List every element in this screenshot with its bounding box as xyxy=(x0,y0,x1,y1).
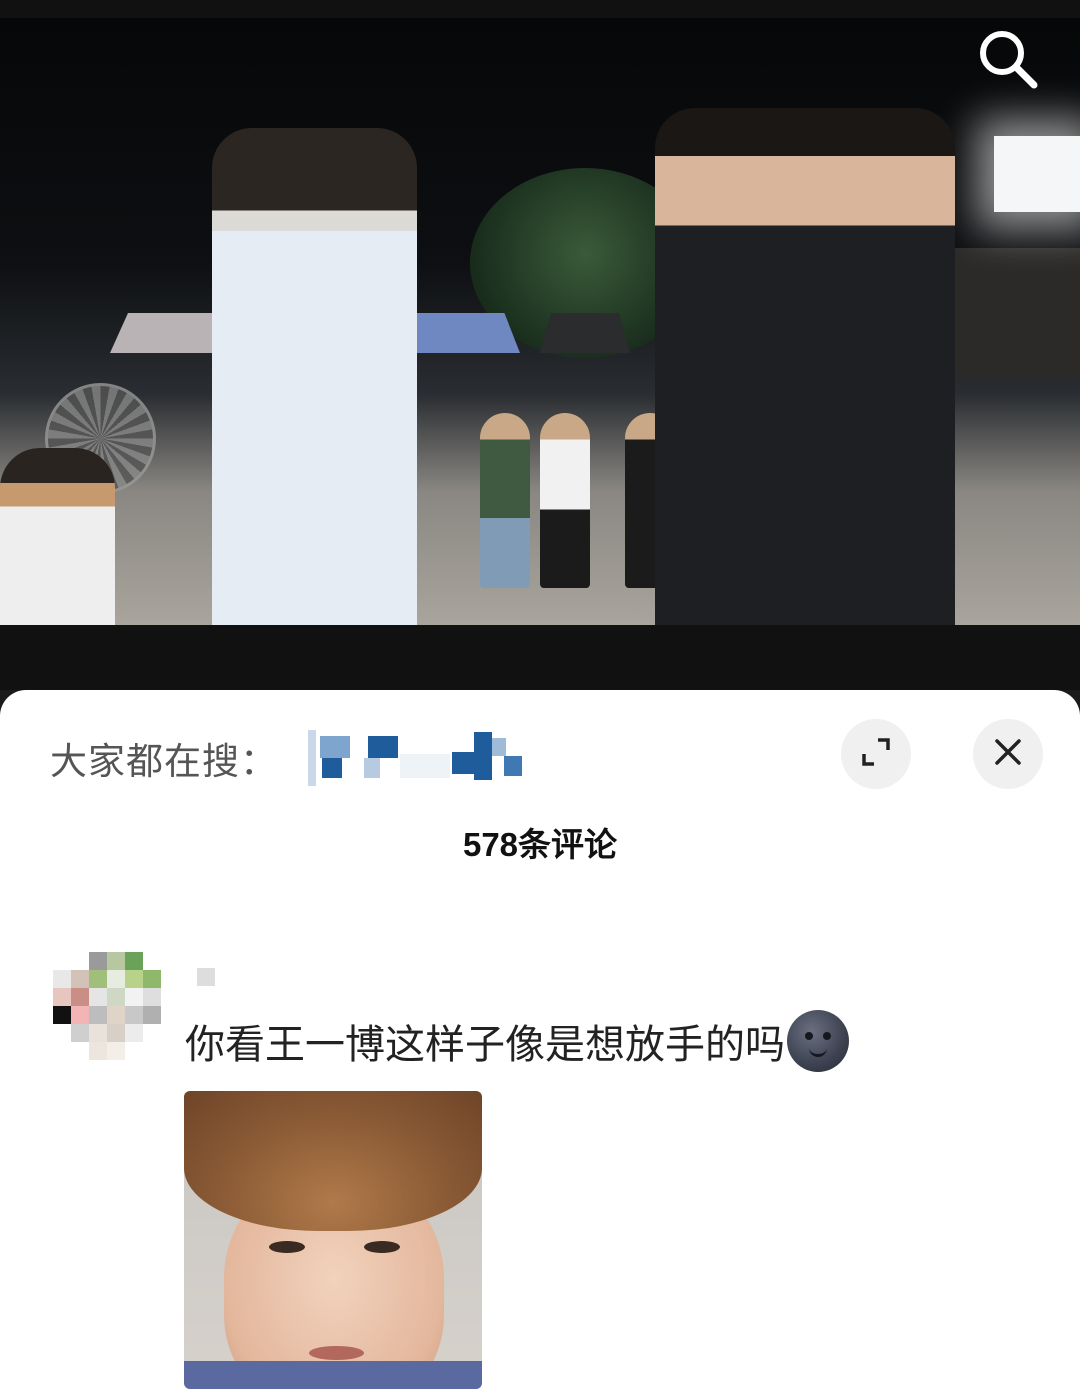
crew-member xyxy=(480,413,530,588)
video-player[interactable] xyxy=(0,0,1080,690)
crew-member xyxy=(540,413,590,588)
video-frame[interactable] xyxy=(0,18,1080,625)
trending-label: 大家都在搜： xyxy=(50,740,278,783)
expand-button[interactable] xyxy=(841,719,911,789)
tent xyxy=(540,313,630,353)
trending-term-obscured[interactable] xyxy=(308,730,528,786)
trending-search[interactable]: 大家都在搜： xyxy=(50,730,528,786)
reaction-sticker[interactable] xyxy=(184,1091,482,1389)
sticker-shirt xyxy=(184,1361,482,1389)
moon-face-icon xyxy=(787,1010,849,1072)
search-button[interactable] xyxy=(972,25,1044,97)
person-black-robe xyxy=(655,108,955,625)
close-button[interactable] xyxy=(973,719,1043,789)
username-obscured[interactable] xyxy=(197,968,215,986)
avatar[interactable] xyxy=(53,952,161,1060)
search-icon xyxy=(976,27,1040,95)
person-white-robe xyxy=(212,128,417,625)
studio-light xyxy=(994,136,1080,212)
sticker-hair xyxy=(184,1091,482,1231)
person-foreground-left xyxy=(0,448,115,625)
expand-icon xyxy=(859,735,893,773)
comment-text: 你看王一博这样子像是想放手的吗 xyxy=(185,1022,785,1068)
comment-body: 你看王一博这样子像是想放手的吗 xyxy=(185,1010,849,1072)
close-icon xyxy=(993,737,1023,771)
comment-count: 578条评论 xyxy=(462,826,618,863)
